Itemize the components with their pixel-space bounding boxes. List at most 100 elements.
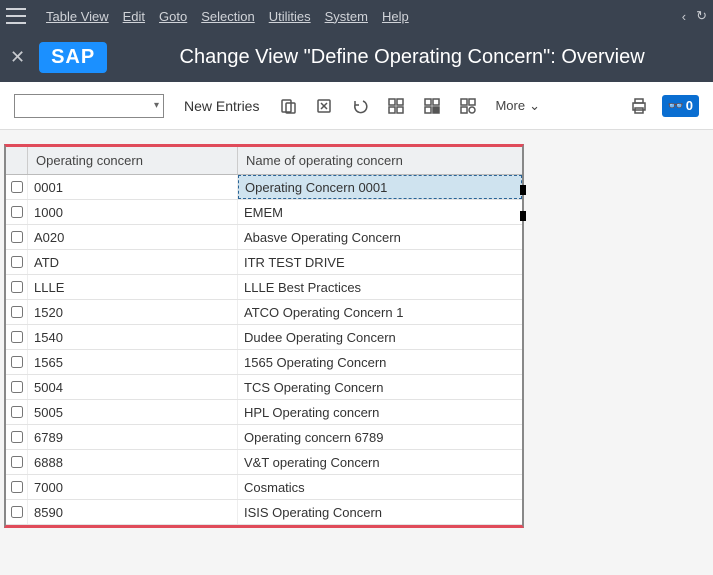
table-row[interactable]: 8590ISIS Operating Concern <box>6 500 522 525</box>
row-checkbox[interactable] <box>11 256 23 268</box>
menu-help[interactable]: Help <box>382 9 409 24</box>
table-row[interactable]: 15651565 Operating Concern <box>6 350 522 375</box>
row-selector[interactable] <box>6 400 28 424</box>
cell-operating-concern[interactable]: 5005 <box>28 400 238 424</box>
cell-name[interactable]: Cosmatics <box>238 475 522 499</box>
cell-name[interactable]: Dudee Operating Concern <box>238 325 522 349</box>
row-checkbox[interactable] <box>11 506 23 518</box>
command-input[interactable]: ▾ <box>14 94 164 118</box>
cell-operating-concern[interactable]: 0001 <box>28 175 238 199</box>
undo-button[interactable] <box>351 97 369 115</box>
menu-selection[interactable]: Selection <box>201 9 254 24</box>
cell-operating-concern[interactable]: 6888 <box>28 450 238 474</box>
copy-as-button[interactable] <box>279 97 297 115</box>
row-checkbox[interactable] <box>11 456 23 468</box>
cell-name[interactable]: TCS Operating Concern <box>238 375 522 399</box>
row-selector[interactable] <box>6 250 28 274</box>
row-selector[interactable] <box>6 275 28 299</box>
menu-system[interactable]: System <box>325 9 368 24</box>
table-row[interactable]: 1000EMEM <box>6 200 522 225</box>
row-selector[interactable] <box>6 225 28 249</box>
row-checkbox[interactable] <box>11 331 23 343</box>
command-field[interactable] <box>34 98 154 113</box>
cell-name[interactable]: V&T operating Concern <box>238 450 522 474</box>
cell-operating-concern[interactable]: 1540 <box>28 325 238 349</box>
table-row[interactable]: 5004TCS Operating Concern <box>6 375 522 400</box>
row-selector[interactable] <box>6 325 28 349</box>
table-row[interactable]: A020Abasve Operating Concern <box>6 225 522 250</box>
table-row[interactable]: 7000Cosmatics <box>6 475 522 500</box>
row-selector[interactable] <box>6 475 28 499</box>
cell-operating-concern[interactable]: 8590 <box>28 500 238 524</box>
table-row[interactable]: 1540Dudee Operating Concern <box>6 325 522 350</box>
column-name[interactable]: Name of operating concern <box>238 147 522 174</box>
column-operating-concern[interactable]: Operating concern <box>28 147 238 174</box>
row-checkbox[interactable] <box>11 231 23 243</box>
table-row[interactable]: 1520ATCO Operating Concern 1 <box>6 300 522 325</box>
cell-name[interactable]: ITR TEST DRIVE <box>238 250 522 274</box>
menu-table-view[interactable]: Table View <box>46 9 109 24</box>
menu-utilities[interactable]: Utilities <box>269 9 311 24</box>
cell-operating-concern[interactable]: 1000 <box>28 200 238 224</box>
cell-name[interactable]: 1565 Operating Concern <box>238 350 522 374</box>
cell-name[interactable]: EMEM <box>238 200 522 224</box>
delete-button[interactable] <box>315 97 333 115</box>
row-checkbox[interactable] <box>11 406 23 418</box>
cell-operating-concern[interactable]: 1520 <box>28 300 238 324</box>
menu-goto[interactable]: Goto <box>159 9 187 24</box>
cell-operating-concern[interactable]: 1565 <box>28 350 238 374</box>
cell-name[interactable]: LLLE Best Practices <box>238 275 522 299</box>
select-all-button[interactable] <box>387 97 405 115</box>
table-row[interactable]: ATDITR TEST DRIVE <box>6 250 522 275</box>
cell-name[interactable]: ISIS Operating Concern <box>238 500 522 524</box>
row-checkbox[interactable] <box>11 206 23 218</box>
print-button[interactable] <box>630 97 648 115</box>
row-checkbox[interactable] <box>11 181 23 193</box>
table-row[interactable]: 0001Operating Concern 0001 <box>6 175 522 200</box>
row-checkbox[interactable] <box>11 481 23 493</box>
display-badge[interactable]: 👓 0 <box>662 95 699 117</box>
row-selector[interactable] <box>6 375 28 399</box>
cell-name[interactable]: HPL Operating concern <box>238 400 522 424</box>
row-selector[interactable] <box>6 500 28 524</box>
cell-name[interactable]: ATCO Operating Concern 1 <box>238 300 522 324</box>
config-button[interactable] <box>459 97 477 115</box>
select-all-icon <box>387 97 405 115</box>
back-icon[interactable]: ✕ <box>10 47 25 68</box>
window-app-icon[interactable]: ↻ <box>696 8 707 24</box>
row-checkbox[interactable] <box>11 431 23 443</box>
deselect-all-button[interactable] <box>423 97 441 115</box>
row-checkbox[interactable] <box>11 306 23 318</box>
cell-operating-concern[interactable]: LLLE <box>28 275 238 299</box>
selection-handle-icon[interactable] <box>520 211 526 221</box>
row-selector[interactable] <box>6 450 28 474</box>
row-selector[interactable] <box>6 300 28 324</box>
cell-operating-concern[interactable]: 7000 <box>28 475 238 499</box>
menu-icon[interactable] <box>6 8 26 24</box>
cell-operating-concern[interactable]: 5004 <box>28 375 238 399</box>
table-row[interactable]: 6789Operating concern 6789 <box>6 425 522 450</box>
cell-operating-concern[interactable]: A020 <box>28 225 238 249</box>
row-selector[interactable] <box>6 350 28 374</box>
menu-edit[interactable]: Edit <box>123 9 145 24</box>
chevron-down-icon[interactable]: ▾ <box>154 100 159 111</box>
new-entries-button[interactable]: New Entries <box>182 94 261 118</box>
cell-name[interactable]: Abasve Operating Concern <box>238 225 522 249</box>
table-row[interactable]: LLLELLLE Best Practices <box>6 275 522 300</box>
row-checkbox[interactable] <box>11 381 23 393</box>
cell-name[interactable]: Operating concern 6789 <box>238 425 522 449</box>
selection-handle-icon[interactable] <box>520 185 526 195</box>
more-button[interactable]: More ⌄ <box>495 98 540 114</box>
cell-operating-concern[interactable]: ATD <box>28 250 238 274</box>
row-checkbox[interactable] <box>11 281 23 293</box>
row-selector[interactable] <box>6 425 28 449</box>
window-min-icon[interactable]: ‹ <box>682 9 686 24</box>
table-row[interactable]: 6888V&T operating Concern <box>6 450 522 475</box>
row-selector[interactable] <box>6 175 28 199</box>
row-checkbox[interactable] <box>11 356 23 368</box>
cell-operating-concern[interactable]: 6789 <box>28 425 238 449</box>
cell-name[interactable]: Operating Concern 0001 <box>238 175 522 199</box>
chevron-down-icon: ⌄ <box>529 98 540 114</box>
table-row[interactable]: 5005HPL Operating concern <box>6 400 522 425</box>
row-selector[interactable] <box>6 200 28 224</box>
